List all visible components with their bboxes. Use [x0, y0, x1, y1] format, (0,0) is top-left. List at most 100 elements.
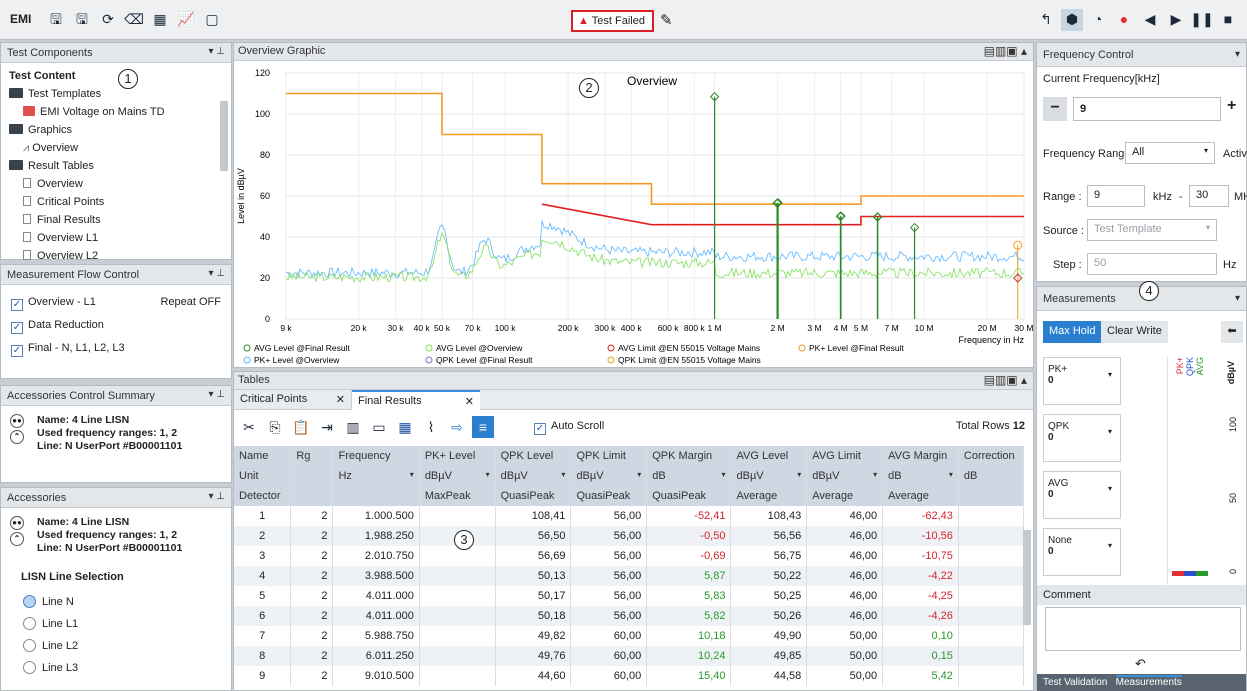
collapse-icon[interactable]: ⌃	[10, 532, 24, 546]
sweep-icon[interactable]: ↰	[1035, 9, 1057, 31]
pin-icon[interactable]: ▾ ⊥	[208, 46, 225, 57]
radio-button[interactable]	[23, 595, 36, 608]
checkbox[interactable]: ✓	[11, 299, 23, 311]
cut-icon[interactable]: ✂	[238, 417, 260, 439]
stop-icon[interactable]: ■	[1217, 8, 1239, 30]
close-icon[interactable]: ✕	[465, 395, 474, 408]
gauge-icon[interactable]: ◔	[1087, 8, 1109, 30]
record-icon[interactable]: ●	[1113, 8, 1135, 30]
table-row[interactable]: 3 2 2.010.750 56,69 56,00 -0,69 56,75 46,00 -10,…	[234, 546, 1025, 566]
tab-measurements[interactable]: Measurements	[1115, 675, 1182, 688]
edit-pencil-icon[interactable]: ✎	[660, 11, 673, 29]
undo-icon[interactable]: ↶	[1135, 656, 1146, 672]
collapse-icon[interactable]: ⌃	[10, 430, 24, 444]
increment-button[interactable]: +	[1227, 97, 1236, 115]
repeat-status[interactable]: Repeat OFF	[160, 296, 221, 308]
tree-item[interactable]: ⩘ Overview	[9, 139, 223, 157]
paste-icon[interactable]: 📋	[290, 417, 312, 439]
tree-item[interactable]: Final Results	[9, 211, 223, 229]
scrollbar[interactable]	[220, 101, 228, 171]
save-icon[interactable]: 🖫	[45, 10, 67, 32]
report-icon[interactable]: ▢	[201, 8, 223, 30]
table-row[interactable]: 5 2 4.011.000 50,17 56,00 5,83 50,25 46,00 -4,25	[234, 586, 1025, 606]
tree-item[interactable]: Graphics	[9, 121, 223, 139]
table-row[interactable]: 4 2 3.988.500 50,13 56,00 5,87 50,22 46,00 -4,22	[234, 566, 1025, 586]
checkbox[interactable]: ✓	[11, 345, 23, 357]
tab-final-results[interactable]: Final Results ✕	[352, 390, 480, 410]
table-row[interactable]: 2 2 1.988.250 56,50 56,00 -0,50 56,56 46,00 -10,…	[234, 526, 1025, 546]
step-back-icon[interactable]: ◀	[1139, 9, 1161, 31]
range-from-input[interactable]: 9	[1087, 185, 1145, 207]
measurement-box[interactable]: QPK 0 ▾	[1043, 414, 1121, 462]
tree-item[interactable]: Test Templates	[9, 85, 223, 103]
pin-icon[interactable]: ▾ ⊥	[208, 491, 225, 502]
measurement-box[interactable]: AVG 0 ▾	[1043, 471, 1121, 519]
lisn-line-option[interactable]: Line L2	[23, 635, 231, 657]
pause-icon[interactable]: ❚❚	[1190, 9, 1213, 31]
play-icon[interactable]: ▶	[1165, 9, 1187, 31]
tree-item[interactable]: EMI Voltage on Mains TD	[9, 103, 223, 121]
collapse-icon[interactable]: ▾	[1235, 293, 1240, 304]
table-row[interactable]: 6 2 4.011.000 50,18 56,00 5,82 50,26 46,00 -4,26	[234, 606, 1025, 626]
pin-icon[interactable]: ▾ ⊥	[208, 389, 225, 400]
chevron-down-icon[interactable]: ▾	[637, 470, 641, 479]
table-row[interactable]: 8 2 6.011.250 49,76 60,00 10,24 49,85 50,00 0,15	[234, 646, 1025, 666]
refresh-icon[interactable]: ⟳	[97, 8, 119, 30]
current-frequency-input[interactable]: 9	[1073, 97, 1221, 121]
flow-item[interactable]: ✓ Data Reduction	[11, 314, 221, 337]
tree-item[interactable]: Overview L2	[9, 247, 223, 265]
chevron-down-icon[interactable]: ▾	[721, 470, 725, 479]
sort-icon[interactable]: ≡	[472, 416, 494, 438]
delete-icon[interactable]: ⌫	[123, 8, 145, 30]
scan-icon[interactable]: ⬢	[1061, 8, 1083, 31]
chevron-down-icon[interactable]: ▾	[561, 470, 565, 479]
back-icon[interactable]: ⬅	[1221, 321, 1243, 343]
range-to-input[interactable]: 30	[1189, 185, 1229, 207]
chevron-down-icon[interactable]: ▾	[949, 470, 953, 479]
layout-icon[interactable]: ▤▥▣ ▴	[984, 44, 1027, 58]
radio-button[interactable]	[23, 639, 36, 652]
frequency-range-select[interactable]: All ▾	[1125, 142, 1215, 164]
signal-icon[interactable]: ⌇	[420, 417, 442, 439]
measurement-box[interactable]: None 0 ▾	[1043, 528, 1121, 576]
flow-item[interactable]: ✓ Final - N, L1, L2, L3	[11, 337, 221, 360]
lisn-line-option[interactable]: Line N	[23, 591, 231, 613]
lisn-line-option[interactable]: Line L3	[23, 657, 231, 679]
test-status-badge[interactable]: ▲ Test Failed	[571, 10, 654, 32]
copy-icon[interactable]: ⎘	[264, 417, 286, 439]
tree-item[interactable]: Overview	[9, 175, 223, 193]
decrement-button[interactable]: −	[1043, 97, 1067, 121]
measurement-box[interactable]: PK+ 0 ▾	[1043, 357, 1121, 405]
add-test-icon[interactable]: ▦	[149, 8, 171, 30]
insert-row-icon[interactable]: ⇥	[316, 417, 338, 439]
tree-item[interactable]: Result Tables	[9, 157, 223, 175]
collapse-icon[interactable]: ▾	[1235, 49, 1240, 60]
tab-critical-points[interactable]: Critical Points ✕	[234, 390, 352, 410]
layout-icon[interactable]: ▤▥▣ ▴	[984, 373, 1027, 387]
step-input[interactable]: 50	[1087, 253, 1217, 275]
chevron-down-icon[interactable]: ▾	[486, 470, 490, 479]
comment-input[interactable]	[1045, 607, 1241, 651]
pin-icon[interactable]: ▾ ⊥	[208, 268, 225, 279]
checkbox[interactable]: ✓	[11, 322, 23, 334]
rows-icon[interactable]: ▭	[368, 417, 390, 439]
max-hold-button[interactable]: Max Hold	[1043, 321, 1102, 343]
tree-item[interactable]: Overview L1	[9, 229, 223, 247]
chevron-down-icon[interactable]: ▾	[873, 470, 877, 479]
close-icon[interactable]: ✕	[336, 393, 345, 406]
lisn-line-option[interactable]: Line L1	[23, 613, 231, 635]
table-row[interactable]: 1 2 1.000.500 108,41 56,00 -52,41 108,43 46,00-…	[234, 506, 1025, 526]
export-icon[interactable]: ⇨	[446, 417, 468, 439]
chevron-down-icon[interactable]: ▾	[410, 470, 414, 479]
auto-scroll-checkbox[interactable]: ✓ Auto Scroll	[534, 420, 604, 435]
source-select[interactable]: Test Template ▾	[1087, 219, 1217, 241]
grid-icon[interactable]: ▦	[394, 417, 416, 439]
table-scrollbar[interactable]	[1023, 530, 1031, 625]
radio-button[interactable]	[23, 661, 36, 674]
chevron-down-icon[interactable]: ▾	[797, 470, 801, 479]
columns-icon[interactable]: ▥	[342, 417, 364, 439]
radio-button[interactable]	[23, 617, 36, 630]
table-row[interactable]: 7 2 5.988.750 49,82 60,00 10,18 49,90 50,00 0,10	[234, 626, 1025, 646]
tree-item[interactable]: Critical Points	[9, 193, 223, 211]
clear-write-button[interactable]: Clear Write	[1101, 321, 1168, 343]
